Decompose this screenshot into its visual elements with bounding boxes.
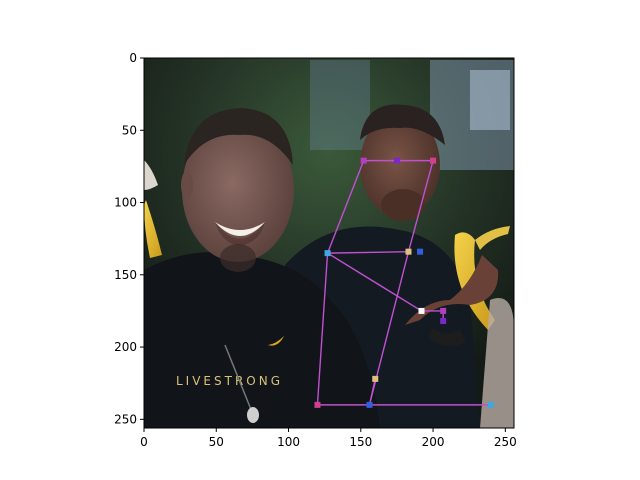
keypoint-wrist-r-b: [440, 318, 447, 325]
keypoint-neck: [417, 248, 424, 255]
keypoint-wrist-r-a: [440, 307, 447, 314]
keypoint-elbow-r: [418, 307, 425, 314]
keypoint-hip-r: [487, 401, 494, 408]
y-tick-label: 250: [114, 412, 137, 426]
keypoint-hip-l: [314, 401, 321, 408]
photo: LIVESTRONG: [144, 58, 514, 428]
keypoint-head-top: [393, 157, 400, 164]
y-tick-label: 200: [114, 340, 137, 354]
keypoint-shoulder-l: [324, 250, 331, 257]
keypoint-head-left: [360, 157, 367, 164]
y-tick-label: 150: [114, 268, 137, 282]
keypoint-knee-c: [372, 375, 379, 382]
y-tick-label: 100: [114, 196, 137, 210]
x-tick-label: 200: [422, 435, 445, 449]
x-tick-label: 0: [140, 435, 148, 449]
x-tick-label: 100: [277, 435, 300, 449]
x-tick-label: 50: [209, 435, 224, 449]
x-tick-label: 250: [494, 435, 517, 449]
shirt-text: LIVESTRONG: [176, 374, 283, 388]
x-tick-label: 150: [349, 435, 372, 449]
keypoint-shoulder-r: [405, 248, 412, 255]
y-tick-label: 50: [122, 123, 137, 137]
y-tick-label: 0: [129, 51, 137, 65]
figure-canvas: LIVESTRONG 0 50 100 150 200 250 0 50 100 150 200 2…: [114, 51, 517, 449]
keypoint-head-right: [430, 157, 437, 164]
x-axis: 0 50 100 150 200 250: [140, 428, 517, 449]
y-axis: 0 50 100 150 200 250: [114, 51, 144, 426]
keypoint-hip-c: [366, 401, 373, 408]
